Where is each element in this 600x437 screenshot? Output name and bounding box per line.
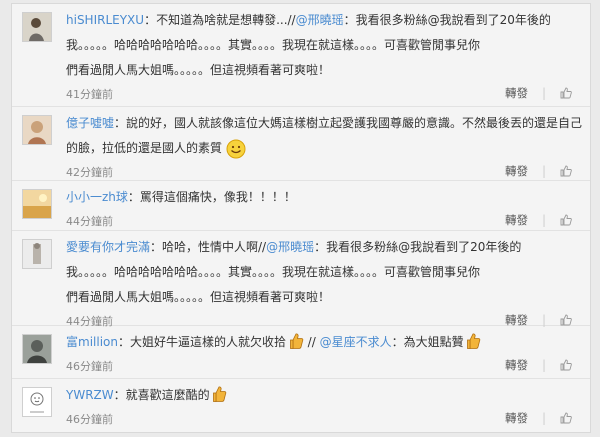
mention-link[interactable]: @星座不求人 (320, 335, 392, 349)
divider: | (541, 213, 546, 227)
comment-item: 億子噓噓：說的好，國人就該像這位大媽這樣樹立起愛護我國尊嚴的意識。不然最後丟的還… (12, 107, 590, 181)
like-icon[interactable] (560, 412, 572, 424)
comment-text: 小小一zh球：罵得這個痛快，像我！！！！ (66, 185, 584, 210)
avatar[interactable] (22, 239, 52, 269)
comment-username[interactable]: 億子噓噓 (66, 116, 114, 130)
smile-emoji-icon (226, 139, 246, 159)
comment-body: ：罵得這個痛快，像我！！！！ (127, 190, 296, 204)
like-icon[interactable] (560, 314, 572, 326)
comment-item: 富million：大姐好牛逼這樣的人就欠收拾 // @星座不求人：為大姐點贊 4… (12, 326, 590, 379)
divider: | (541, 313, 546, 327)
comment-body: ：不知道為啥就是想轉發...// (144, 13, 296, 27)
comment-username[interactable]: 小小一zh球 (66, 190, 128, 204)
divider: | (541, 411, 546, 425)
mention-link[interactable]: @邢曉瑶 (266, 240, 314, 254)
comment-text: 億子噓噓：說的好，國人就該像這位大媽這樣樹立起愛護我國尊嚴的意識。不然最後丟的還… (66, 111, 584, 161)
comment-username[interactable]: hiSHIRLEYXU (66, 13, 144, 27)
comment-time: 42分鐘前 (66, 166, 113, 179)
like-icon[interactable] (560, 87, 572, 99)
comment-body: 們看過閒人馬大姐嗎。。。。。但這視頻看著可爽啦！ (66, 63, 331, 77)
comment-body: ：就喜歡這麼酷的 (113, 388, 210, 402)
comment-body: ：大姐好牛逼這樣的人就欠收拾 (117, 335, 286, 349)
comment-time: 41分鐘前 (66, 88, 113, 101)
repost-button[interactable]: 轉發 (505, 85, 528, 101)
thumbs-up-emoji-icon (467, 332, 481, 350)
repost-button[interactable]: 轉發 (505, 212, 528, 228)
comment-body: ：說的好，國人就該像這位大媽這樣樹立起愛護我國尊嚴的意識。不然最後丟的還是自己 (114, 116, 583, 130)
comment-item: YWRZW：就喜歡這麼酷的 46分鐘前 轉發 | (12, 379, 590, 432)
like-icon[interactable] (560, 214, 572, 226)
thumbs-up-emoji-icon (213, 385, 227, 403)
avatar[interactable] (22, 334, 52, 364)
comment-body: 我。。。。。哈哈哈哈哈哈哈。。。。其實。。。。我現在就這樣。。。。可喜歡管閒事兒… (66, 38, 481, 52)
repost-button[interactable]: 轉發 (505, 163, 528, 179)
comment-text: 愛要有你才完滿：哈哈，性情中人啊//@邢曉瑶：我看很多粉絲@我說看到了20年後的… (66, 235, 584, 310)
comment-body: ：哈哈，性情中人啊// (150, 240, 267, 254)
comment-username[interactable]: YWRZW (66, 388, 114, 402)
comment-username[interactable]: 富million (66, 335, 118, 349)
mention-link[interactable]: @邢曉瑶 (296, 13, 344, 27)
comment-time: 46分鐘前 (66, 413, 113, 426)
comment-text: YWRZW：就喜歡這麼酷的 (66, 383, 584, 408)
like-icon[interactable] (560, 165, 572, 177)
thumbs-up-emoji-icon (289, 332, 304, 350)
avatar[interactable] (22, 387, 52, 417)
comment-time: 46分鐘前 (66, 360, 113, 373)
avatar[interactable] (22, 189, 52, 219)
comment-time: 44分鐘前 (66, 215, 113, 228)
divider: | (541, 86, 546, 100)
comment-body: 們看過閒人馬大姐嗎。。。。。但這視頻看著可爽啦！ (66, 290, 331, 304)
comment-item: hiSHIRLEYXU：不知道為啥就是想轉發...//@邢曉瑶：我看很多粉絲@我… (12, 4, 590, 107)
repost-button[interactable]: 轉發 (505, 410, 528, 426)
like-icon[interactable] (560, 359, 572, 371)
comment-body: 的臉，拉低的還是國人的素質 (66, 141, 223, 155)
comment-body: // (307, 335, 316, 349)
comment-username[interactable]: 愛要有你才完滿 (66, 240, 150, 254)
divider: | (541, 164, 546, 178)
divider: | (541, 358, 546, 372)
comment-text: 富million：大姐好牛逼這樣的人就欠收拾 // @星座不求人：為大姐點贊 (66, 330, 584, 355)
comment-text: hiSHIRLEYXU：不知道為啥就是想轉發...//@邢曉瑶：我看很多粉絲@我… (66, 8, 584, 83)
comment-item: 愛要有你才完滿：哈哈，性情中人啊//@邢曉瑶：我看很多粉絲@我說看到了20年後的… (12, 231, 590, 328)
comment-body: ：我看很多粉絲@我說看到了20年後的 (314, 240, 522, 254)
comment-body: ：為大姐點贊 (391, 335, 464, 349)
comment-body: ：我看很多粉絲@我說看到了20年後的 (343, 13, 551, 27)
avatar[interactable] (22, 12, 52, 42)
avatar[interactable] (22, 115, 52, 145)
comment-item: 小小一zh球：罵得這個痛快，像我！！！！ 44分鐘前 轉發 | (12, 181, 590, 231)
repost-button[interactable]: 轉發 (505, 357, 528, 373)
comment-body: 我。。。。。哈哈哈哈哈哈哈。。。。其實。。。。我現在就這樣。。。。可喜歡管閒事兒… (66, 265, 481, 279)
comment-list: hiSHIRLEYXU：不知道為啥就是想轉發...//@邢曉瑶：我看很多粉絲@我… (11, 3, 591, 433)
